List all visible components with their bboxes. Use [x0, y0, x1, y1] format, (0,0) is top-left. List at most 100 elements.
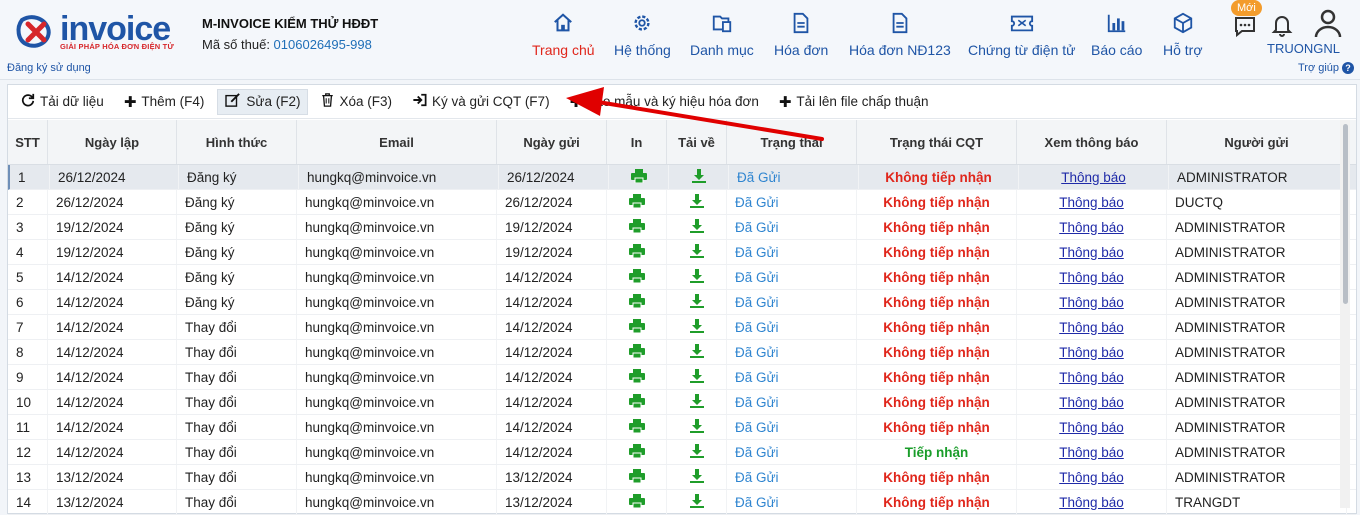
download-icon[interactable] — [689, 468, 704, 486]
print-icon[interactable] — [628, 368, 645, 386]
print-icon[interactable] — [628, 443, 645, 461]
table-row[interactable]: 14 13/12/2024 Thay đổi hungkq@minvoice.vn 13… — [8, 490, 1356, 515]
print-icon[interactable] — [628, 268, 645, 286]
download-icon[interactable] — [689, 418, 704, 436]
cell-view-notice-text[interactable]: Thông báo — [1059, 495, 1124, 510]
table-row[interactable]: 1 26/12/2024 Đăng ký hungkq@minvoice.vn 26/1… — [8, 165, 1356, 190]
cell-view-notice-text[interactable]: Thông báo — [1059, 295, 1124, 310]
cell-print[interactable] — [607, 490, 667, 514]
cell-print[interactable] — [607, 440, 667, 464]
col-type[interactable]: Hình thức — [177, 120, 297, 164]
cell-print[interactable] — [607, 365, 667, 389]
col-download[interactable]: Tải về — [667, 120, 727, 164]
cell-download[interactable] — [667, 465, 727, 489]
cell-view-notice[interactable]: Thông báo — [1017, 415, 1167, 439]
nav-system[interactable]: Hệ thống — [614, 10, 671, 60]
download-icon[interactable] — [689, 368, 704, 386]
cell-view-notice[interactable]: Thông báo — [1017, 365, 1167, 389]
print-icon[interactable] — [628, 193, 645, 211]
edit-button[interactable]: Sửa (F2) — [217, 88, 309, 115]
cell-view-notice[interactable]: Thông báo — [1017, 190, 1167, 214]
delete-button[interactable]: Xóa (F3) — [314, 89, 399, 115]
cell-print[interactable] — [607, 340, 667, 364]
cell-view-notice[interactable]: Thông báo — [1017, 440, 1167, 464]
col-print[interactable]: In — [607, 120, 667, 164]
table-row[interactable]: 8 14/12/2024 Thay đổi hungkq@minvoice.vn 14/… — [8, 340, 1356, 365]
cell-download[interactable] — [667, 315, 727, 339]
print-icon[interactable] — [628, 393, 645, 411]
bell-icon[interactable] — [1270, 12, 1294, 41]
cell-view-notice[interactable]: Thông báo — [1019, 165, 1169, 189]
print-icon[interactable] — [628, 318, 645, 336]
nav-home[interactable]: Trang chủ — [532, 10, 595, 60]
cell-view-notice[interactable]: Thông báo — [1017, 240, 1167, 264]
nav-invoice[interactable]: Hóa đơn — [774, 10, 828, 60]
table-row[interactable]: 11 14/12/2024 Thay đổi hungkq@minvoice.vn 14… — [8, 415, 1356, 440]
sign-send-button[interactable]: Ký và gửi CQT (F7) — [405, 89, 557, 115]
cell-print[interactable] — [607, 315, 667, 339]
cell-view-notice-text[interactable]: Thông báo — [1059, 470, 1124, 485]
download-icon[interactable] — [689, 243, 704, 261]
download-icon[interactable] — [689, 293, 704, 311]
nav-e-documents[interactable]: Chứng từ điện tử — [968, 10, 1076, 60]
scrollbar-thumb[interactable] — [1343, 124, 1348, 304]
create-template-button[interactable]: ✚ Tạo mẫu và ký hiệu hóa đơn — [563, 89, 766, 115]
cell-view-notice-text[interactable]: Thông báo — [1059, 245, 1124, 260]
cell-download[interactable] — [669, 165, 729, 189]
cell-view-notice-text[interactable]: Thông báo — [1059, 320, 1124, 335]
cell-download[interactable] — [667, 390, 727, 414]
cell-download[interactable] — [667, 415, 727, 439]
nav-support[interactable]: Hỗ trợ — [1163, 10, 1203, 60]
download-icon[interactable] — [689, 343, 704, 361]
col-view-notice[interactable]: Xem thông báo — [1017, 120, 1167, 164]
print-icon[interactable] — [628, 468, 645, 486]
cell-print[interactable] — [607, 290, 667, 314]
cell-view-notice-text[interactable]: Thông báo — [1059, 195, 1124, 210]
print-icon[interactable] — [628, 343, 645, 361]
add-button[interactable]: ✚ Thêm (F4) — [117, 89, 212, 115]
cell-view-notice[interactable]: Thông báo — [1017, 290, 1167, 314]
cell-view-notice-text[interactable]: Thông báo — [1059, 345, 1124, 360]
cell-print[interactable] — [607, 215, 667, 239]
cell-download[interactable] — [667, 265, 727, 289]
download-icon[interactable] — [689, 318, 704, 336]
cell-view-notice-text[interactable]: Thông báo — [1059, 370, 1124, 385]
print-icon[interactable] — [628, 293, 645, 311]
help-link[interactable]: Trợ giúp? — [1298, 62, 1355, 74]
print-icon[interactable] — [628, 243, 645, 261]
cell-download[interactable] — [667, 215, 727, 239]
table-row[interactable]: 5 14/12/2024 Đăng ký hungkq@minvoice.vn 14/1… — [8, 265, 1356, 290]
download-icon[interactable] — [689, 218, 704, 236]
download-icon[interactable] — [689, 443, 704, 461]
col-status[interactable]: Trạng thái — [727, 120, 857, 164]
cell-print[interactable] — [607, 265, 667, 289]
nav-reports[interactable]: Báo cáo — [1091, 10, 1142, 60]
cell-download[interactable] — [667, 290, 727, 314]
cell-view-notice-text[interactable]: Thông báo — [1059, 445, 1124, 460]
cell-view-notice[interactable]: Thông báo — [1017, 465, 1167, 489]
cell-print[interactable] — [607, 415, 667, 439]
cell-view-notice-text[interactable]: Thông báo — [1059, 270, 1124, 285]
logo[interactable]: invoice GIẢI PHÁP HÓA ĐƠN ĐIỆN TỬ — [14, 8, 184, 56]
cell-view-notice-text[interactable]: Thông báo — [1059, 220, 1124, 235]
col-created-date[interactable]: Ngày lập — [48, 120, 177, 164]
print-icon[interactable] — [628, 218, 645, 236]
cell-download[interactable] — [667, 240, 727, 264]
col-sender[interactable]: Người gửi — [1167, 120, 1347, 164]
table-row[interactable]: 2 26/12/2024 Đăng ký hungkq@minvoice.vn 26/1… — [8, 190, 1356, 215]
table-row[interactable]: 9 14/12/2024 Thay đổi hungkq@minvoice.vn 14/… — [8, 365, 1356, 390]
table-row[interactable]: 12 14/12/2024 Thay đổi hungkq@minvoice.vn 14… — [8, 440, 1356, 465]
col-stt[interactable]: STT — [8, 120, 48, 164]
user-icon[interactable] — [1313, 8, 1343, 41]
cell-print[interactable] — [609, 165, 669, 189]
print-icon[interactable] — [628, 418, 645, 436]
cell-print[interactable] — [607, 465, 667, 489]
table-row[interactable]: 10 14/12/2024 Thay đổi hungkq@minvoice.vn 14… — [8, 390, 1356, 415]
cell-view-notice[interactable]: Thông báo — [1017, 215, 1167, 239]
cell-download[interactable] — [667, 440, 727, 464]
register-link[interactable]: Đăng ký sử dụng — [7, 62, 91, 74]
table-row[interactable]: 4 19/12/2024 Đăng ký hungkq@minvoice.vn 19/1… — [8, 240, 1356, 265]
upload-approval-button[interactable]: ✚ Tải lên file chấp thuận — [772, 89, 936, 115]
cell-print[interactable] — [607, 190, 667, 214]
cell-view-notice-text[interactable]: Thông báo — [1061, 170, 1126, 185]
